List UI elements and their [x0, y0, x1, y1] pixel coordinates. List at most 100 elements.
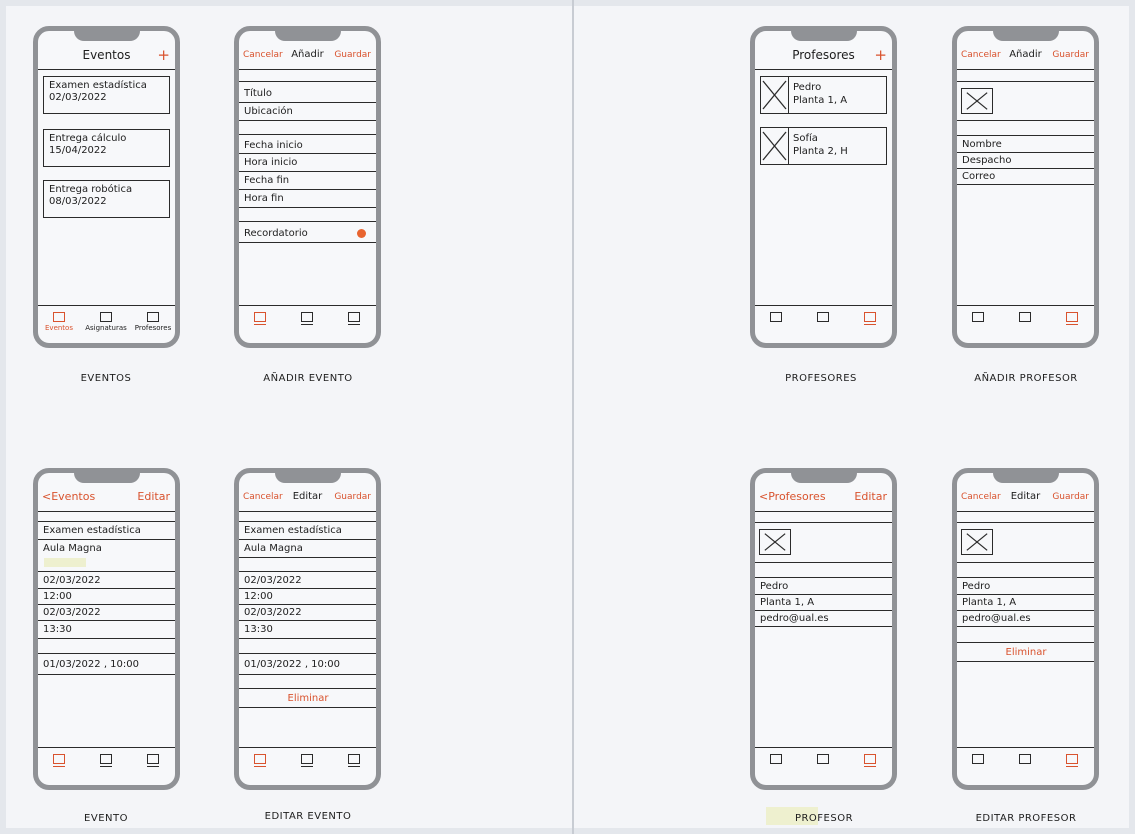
tab-icon [254, 312, 266, 322]
add-button[interactable]: + [874, 45, 887, 65]
tab-eventos[interactable] [239, 312, 281, 325]
profesor-name-field[interactable]: Pedro [962, 580, 1090, 593]
tab-profesores[interactable] [333, 312, 375, 325]
tab-profesores[interactable] [333, 754, 375, 767]
save-button[interactable]: Guardar [1052, 487, 1089, 507]
reminder-label: Recordatorio [244, 228, 308, 239]
tab-asignaturas[interactable]: Asignaturas [85, 312, 127, 333]
event-name: Examen estadística [43, 525, 141, 536]
tab-profesores[interactable] [1051, 312, 1093, 325]
save-button[interactable]: Guardar [334, 45, 371, 65]
profesor-card[interactable]: Pedro Planta 1, A [760, 76, 887, 114]
tab-asignaturas[interactable] [286, 754, 328, 767]
edit-button[interactable]: Editar [137, 487, 170, 507]
start-time-field[interactable]: 12:00 [244, 590, 372, 603]
tab-icon [301, 312, 313, 322]
tab-asignaturas[interactable] [1004, 312, 1046, 322]
tab-asignaturas[interactable] [1004, 754, 1046, 764]
event-card[interactable]: Entrega robótica 08/03/2022 [43, 180, 170, 218]
event-location: Aula Magna [43, 543, 102, 554]
tab-eventos[interactable]: Eventos [38, 312, 80, 333]
tab-label: Eventos [45, 324, 73, 332]
tab-label: Profesores [134, 324, 172, 332]
tab-asignaturas[interactable] [286, 312, 328, 325]
event-name: Examen estadística [49, 80, 147, 91]
event-date: 15/04/2022 [49, 145, 107, 156]
tab-asignaturas[interactable] [85, 754, 127, 767]
save-button[interactable]: Guardar [334, 487, 371, 507]
event-name-field[interactable]: Examen estadística [244, 524, 372, 537]
tab-bar [755, 747, 892, 785]
tab-underline [348, 766, 360, 767]
field-hora-fin[interactable]: Hora fin [244, 192, 372, 205]
divider [755, 522, 892, 523]
field-hora-inicio[interactable]: Hora inicio [244, 156, 372, 169]
field-fecha-inicio[interactable]: Fecha inicio [244, 139, 372, 152]
add-button[interactable]: + [157, 45, 170, 65]
end-date: 02/03/2022 [43, 607, 101, 618]
tab-eventos[interactable] [755, 754, 797, 764]
divider [239, 557, 376, 558]
tab-eventos[interactable] [957, 312, 999, 322]
photo-placeholder-icon [759, 529, 791, 555]
divider [755, 626, 892, 627]
tab-eventos[interactable] [755, 312, 797, 322]
event-location-field[interactable]: Aula Magna [244, 542, 372, 555]
profesor-email: pedro@ual.es [760, 613, 829, 624]
edit-button[interactable]: Editar [854, 487, 887, 507]
field-fecha-fin[interactable]: Fecha fin [244, 174, 372, 187]
tab-bar [755, 305, 892, 343]
reminder-toggle[interactable] [357, 229, 366, 238]
divider [957, 642, 1094, 643]
tab-underline [864, 766, 876, 767]
field-ubicacion[interactable]: Ubicación [244, 105, 372, 118]
tab-profesores[interactable]: Profesores [132, 312, 174, 333]
profesor-email-field[interactable]: pedro@ual.es [962, 612, 1090, 625]
tab-bar [957, 305, 1094, 343]
header: Cancelar Añadir Guardar [239, 45, 376, 65]
end-time-field[interactable]: 13:30 [244, 623, 372, 636]
tab-eventos[interactable] [38, 754, 80, 767]
tab-profesores[interactable] [132, 754, 174, 767]
tab-eventos[interactable] [239, 754, 281, 767]
tab-underline [53, 766, 65, 767]
field-nombre[interactable]: Nombre [962, 138, 1090, 151]
reminder-field[interactable]: 01/03/2022 , 10:00 [244, 658, 372, 671]
photo-placeholder-icon[interactable] [961, 88, 993, 114]
save-button[interactable]: Guardar [1052, 45, 1089, 65]
divider [38, 539, 175, 540]
profesor-office: Planta 2, H [793, 146, 848, 157]
back-button[interactable]: <Profesores [759, 487, 826, 507]
tab-profesores[interactable] [849, 312, 891, 325]
field-correo[interactable]: Correo [962, 170, 1090, 183]
divider [755, 562, 892, 563]
field-despacho[interactable]: Despacho [962, 154, 1090, 167]
event-card[interactable]: Examen estadística 02/03/2022 [43, 76, 170, 114]
tab-asignaturas[interactable] [802, 312, 844, 322]
profesor-card[interactable]: Sofía Planta 2, H [760, 127, 887, 165]
end-date-field[interactable]: 02/03/2022 [244, 606, 372, 619]
photo-placeholder-icon[interactable] [961, 529, 993, 555]
tab-underline [147, 766, 159, 767]
event-card[interactable]: Entrega cálculo 15/04/2022 [43, 129, 170, 167]
tab-asignaturas[interactable] [802, 754, 844, 764]
divider [38, 588, 175, 589]
header: <Eventos Editar [38, 487, 175, 507]
back-button[interactable]: <Eventos [42, 487, 95, 507]
tab-eventos[interactable] [957, 754, 999, 764]
start-date: 02/03/2022 [43, 575, 101, 586]
delete-button[interactable]: Eliminar [962, 646, 1090, 659]
profesor-office-field[interactable]: Planta 1, A [962, 596, 1090, 609]
header: Eventos + [38, 45, 175, 65]
event-name: Entrega robótica [49, 184, 133, 195]
field-titulo[interactable]: Título [244, 87, 372, 100]
divider [38, 69, 175, 70]
tab-profesores[interactable] [849, 754, 891, 767]
divider [957, 511, 1094, 512]
tab-icon [770, 754, 782, 764]
tab-profesores[interactable] [1051, 754, 1093, 767]
divider [957, 562, 1094, 563]
start-date-field[interactable]: 02/03/2022 [244, 574, 372, 587]
divider [957, 594, 1094, 595]
delete-button[interactable]: Eliminar [244, 692, 372, 705]
